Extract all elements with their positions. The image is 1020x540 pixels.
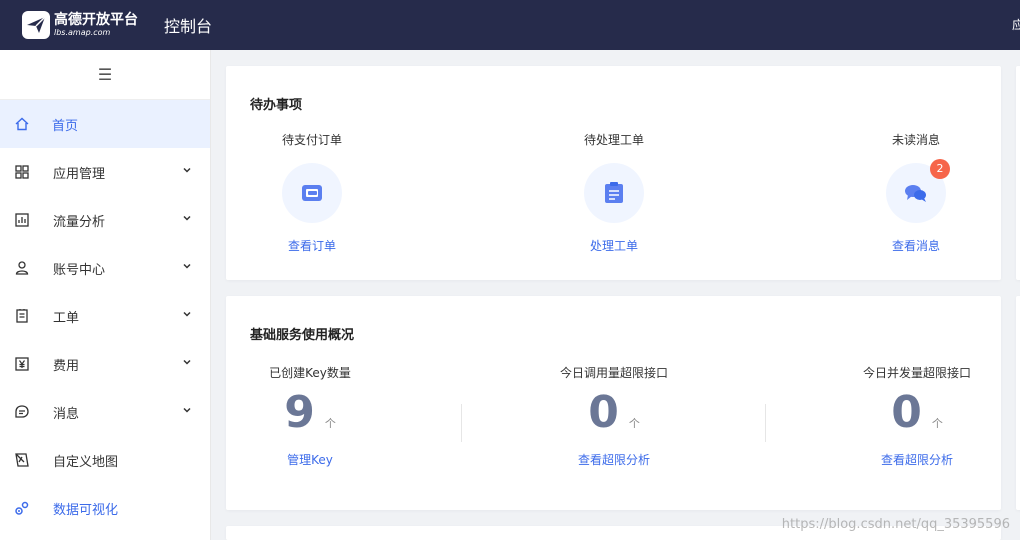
message-icon (15, 405, 29, 418)
chevron-down-icon (183, 407, 191, 413)
chevron-down-icon (183, 215, 191, 221)
unread-count-badge: 2 (930, 159, 950, 179)
unit-label: 个 (628, 417, 640, 430)
sidebar-item-custom-map[interactable]: 自定义地图 (0, 436, 210, 484)
ticket-icon (16, 309, 28, 323)
sidebar-item-app-management[interactable]: 应用管理 (0, 148, 210, 196)
sidebar-item-messages[interactable]: 消息 (0, 388, 210, 436)
chevron-down-icon (183, 167, 191, 173)
chart-icon (15, 213, 29, 227)
watermark: https://blog.csdn.net/qq_35395596 (781, 517, 1010, 532)
sidebar-item-label: 首页 (52, 118, 79, 134)
sidebar-item-tickets[interactable]: 工单 (0, 292, 210, 340)
view-messages-link[interactable]: 查看消息 (816, 237, 1016, 254)
sidebar-item-label: 账号中心 (53, 262, 106, 278)
usage-item-concurrency-limit: 今日并发量超限接口 0个 查看超限分析 (817, 364, 1017, 468)
chevron-down-icon (183, 311, 191, 317)
usage-item-label: 今日并发量超限接口 (862, 366, 971, 380)
call-limit-analysis-link[interactable]: 查看超限分析 (514, 451, 714, 468)
usage-title: 基础服务使用概况 (250, 328, 355, 343)
chevron-down-icon (183, 263, 191, 269)
call-limit-value: 0 (588, 387, 619, 438)
sidebar-item-label: 自定义地图 (53, 454, 119, 470)
header-right-text[interactable]: 应 (1012, 16, 1020, 33)
view-orders-link[interactable]: 查看订单 (212, 237, 412, 254)
key-count-value: 9 (284, 387, 315, 438)
sidebar-item-label: 消息 (53, 406, 80, 422)
chat-icon (905, 185, 926, 202)
menu-toggle-button[interactable]: ☰ (0, 50, 210, 100)
sidebar-item-label: 流量分析 (53, 214, 106, 230)
map-icon (15, 453, 29, 467)
todo-card: 待办事项 待支付订单 查看订单 待处理工单 处理工单 未读消息 2 查看消息 (226, 66, 1001, 280)
todo-item-label: 待处理工单 (583, 133, 644, 147)
user-icon (15, 261, 29, 275)
grid-icon (15, 165, 29, 179)
usage-item-keys: 已创建Key数量 9个 管理Key (210, 364, 410, 468)
unit-label: 个 (324, 417, 336, 430)
todo-item-pending-orders: 待支付订单 查看订单 (212, 131, 412, 254)
home-icon (15, 117, 29, 131)
amap-logo[interactable]: 高德开放平台 lbs.amap.com (22, 11, 138, 39)
concurrency-limit-value: 0 (891, 387, 922, 438)
sidebar: ☰ 首页 应用管理 流量分析 账号中心 工单 费用 消息 自定义地图 数据可视化 (0, 50, 211, 540)
sidebar-item-home[interactable]: 首页 (0, 100, 210, 148)
logo-title: 高德开放平台 (54, 12, 138, 28)
sidebar-item-billing[interactable]: 费用 (0, 340, 210, 388)
sidebar-item-label: 工单 (53, 310, 80, 326)
unit-label: 个 (931, 417, 943, 430)
usage-item-label: 已创建Key数量 (269, 366, 351, 380)
wallet-icon (302, 185, 322, 201)
sidebar-item-traffic-analysis[interactable]: 流量分析 (0, 196, 210, 244)
concurrency-limit-analysis-link[interactable]: 查看超限分析 (817, 451, 1017, 468)
todo-item-unread-messages: 未读消息 2 查看消息 (816, 131, 1016, 254)
sidebar-item-label: 费用 (53, 358, 80, 374)
sidebar-item-label: 应用管理 (53, 166, 106, 182)
console-title: 控制台 (164, 17, 213, 36)
sidebar-item-data-visualization[interactable]: 数据可视化 (0, 484, 210, 532)
todo-item-label: 待支付订单 (281, 133, 342, 147)
column-divider (461, 404, 462, 442)
todo-item-label: 未读消息 (891, 133, 940, 147)
chevron-down-icon (183, 359, 191, 365)
amap-logo-icon (22, 11, 50, 39)
usage-item-call-limit: 今日调用量超限接口 0个 查看超限分析 (514, 364, 714, 468)
column-divider (765, 404, 766, 442)
sidebar-item-label: 数据可视化 (53, 502, 119, 518)
todo-item-circle[interactable]: 2 (886, 159, 950, 223)
clipboard-icon (605, 182, 623, 203)
visual-icon (15, 501, 29, 515)
sidebar-item-account-center[interactable]: 账号中心 (0, 244, 210, 292)
top-header: 高德开放平台 lbs.amap.com 控制台 应 (0, 0, 1020, 50)
todo-item-pending-tickets: 待处理工单 处理工单 (514, 131, 714, 254)
todo-item-circle[interactable] (584, 163, 644, 223)
right-card-bottom (1016, 296, 1020, 510)
todo-item-circle[interactable] (282, 163, 342, 223)
usage-item-label: 今日调用量超限接口 (559, 366, 668, 380)
menu-icon: ☰ (97, 65, 113, 84)
usage-card: 基础服务使用概况 已创建Key数量 9个 管理Key 今日调用量超限接口 0个 … (226, 296, 1001, 510)
yen-icon (15, 357, 29, 371)
todo-title: 待办事项 (250, 98, 303, 113)
manage-key-link[interactable]: 管理Key (210, 451, 410, 468)
process-tickets-link[interactable]: 处理工单 (514, 237, 714, 254)
logo-url: lbs.amap.com (54, 28, 111, 37)
right-card-top (1016, 66, 1020, 280)
